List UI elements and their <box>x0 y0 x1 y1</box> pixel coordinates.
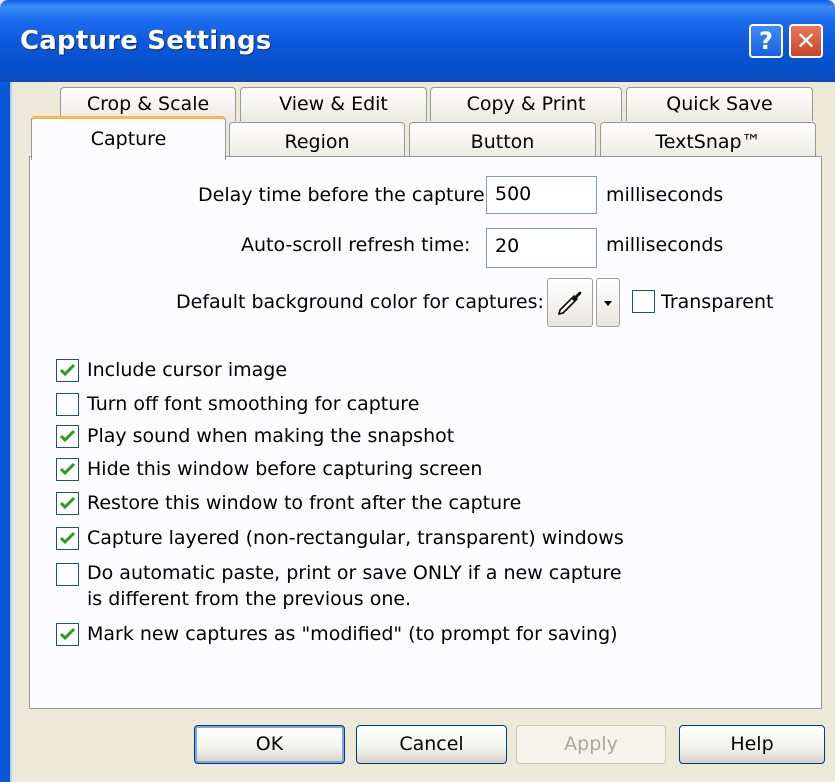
check-icon <box>59 627 76 641</box>
eyedropper-icon <box>557 291 582 315</box>
autoscroll-unit: milliseconds <box>606 234 724 256</box>
auto-paste-checkbox[interactable] <box>56 563 79 586</box>
capture-settings-window: Capture Settings ? ✕ Crop & Scale View &… <box>0 0 835 782</box>
transparent-checkbox[interactable] <box>632 290 655 313</box>
include-cursor-label: Include cursor image <box>87 359 288 381</box>
hide-window-checkbox[interactable] <box>56 458 79 481</box>
apply-button[interactable]: Apply <box>516 725 666 764</box>
title-bar[interactable]: Capture Settings ? ✕ <box>0 0 835 82</box>
ok-button[interactable]: OK <box>194 725 345 764</box>
hide-window-label: Hide this window before capturing screen <box>87 458 483 480</box>
font-smoothing-checkbox[interactable] <box>56 393 79 416</box>
check-icon <box>59 531 76 545</box>
tab-textsnap[interactable]: TextSnap™ <box>600 122 816 160</box>
tab-region[interactable]: Region <box>229 122 405 160</box>
transparent-label: Transparent <box>661 291 774 313</box>
restore-window-label: Restore this window to front after the c… <box>87 492 522 514</box>
font-smoothing-label: Turn off font smoothing for capture <box>87 393 420 415</box>
window-title: Capture Settings <box>20 26 272 56</box>
chevron-down-icon <box>604 300 612 306</box>
autoscroll-input[interactable]: 20 <box>486 228 597 268</box>
tab-copy-print[interactable]: Copy & Print <box>430 87 622 121</box>
restore-window-checkbox[interactable] <box>56 492 79 515</box>
delay-input[interactable]: 500 <box>486 176 597 214</box>
tab-button[interactable]: Button <box>409 122 596 160</box>
delay-unit: milliseconds <box>606 184 724 206</box>
capture-layered-checkbox[interactable] <box>56 527 79 550</box>
tab-view-edit[interactable]: View & Edit <box>240 87 427 121</box>
capture-layered-label: Capture layered (non-rectangular, transp… <box>87 527 624 549</box>
help-icon[interactable]: ? <box>749 24 783 58</box>
help-button[interactable]: Help <box>679 725 825 764</box>
check-icon <box>59 429 76 443</box>
check-icon <box>59 363 76 377</box>
tab-capture[interactable]: Capture <box>31 116 226 160</box>
color-dropdown-arrow[interactable] <box>596 278 620 327</box>
include-cursor-checkbox[interactable] <box>56 359 79 382</box>
tab-quick-save[interactable]: Quick Save <box>626 87 813 121</box>
mark-modified-checkbox[interactable] <box>56 623 79 646</box>
check-icon <box>59 496 76 510</box>
auto-paste-label: Do automatic paste, print or save ONLY i… <box>87 562 622 584</box>
window-border <box>0 82 10 782</box>
window-border-highlight <box>10 82 12 782</box>
autoscroll-label: Auto-scroll refresh time: <box>241 234 471 256</box>
delay-label: Delay time before the capture: <box>198 184 492 206</box>
close-icon[interactable]: ✕ <box>789 24 823 58</box>
cancel-button[interactable]: Cancel <box>356 725 507 764</box>
play-sound-label: Play sound when making the snapshot <box>87 425 455 447</box>
mark-modified-label: Mark new captures as "modified" (to prom… <box>87 623 618 645</box>
bgcolor-label: Default background color for captures: <box>176 291 544 313</box>
auto-paste-label-line2: is different from the previous one. <box>87 588 412 610</box>
color-picker-button[interactable] <box>547 278 593 327</box>
play-sound-checkbox[interactable] <box>56 425 79 448</box>
check-icon <box>59 462 76 476</box>
